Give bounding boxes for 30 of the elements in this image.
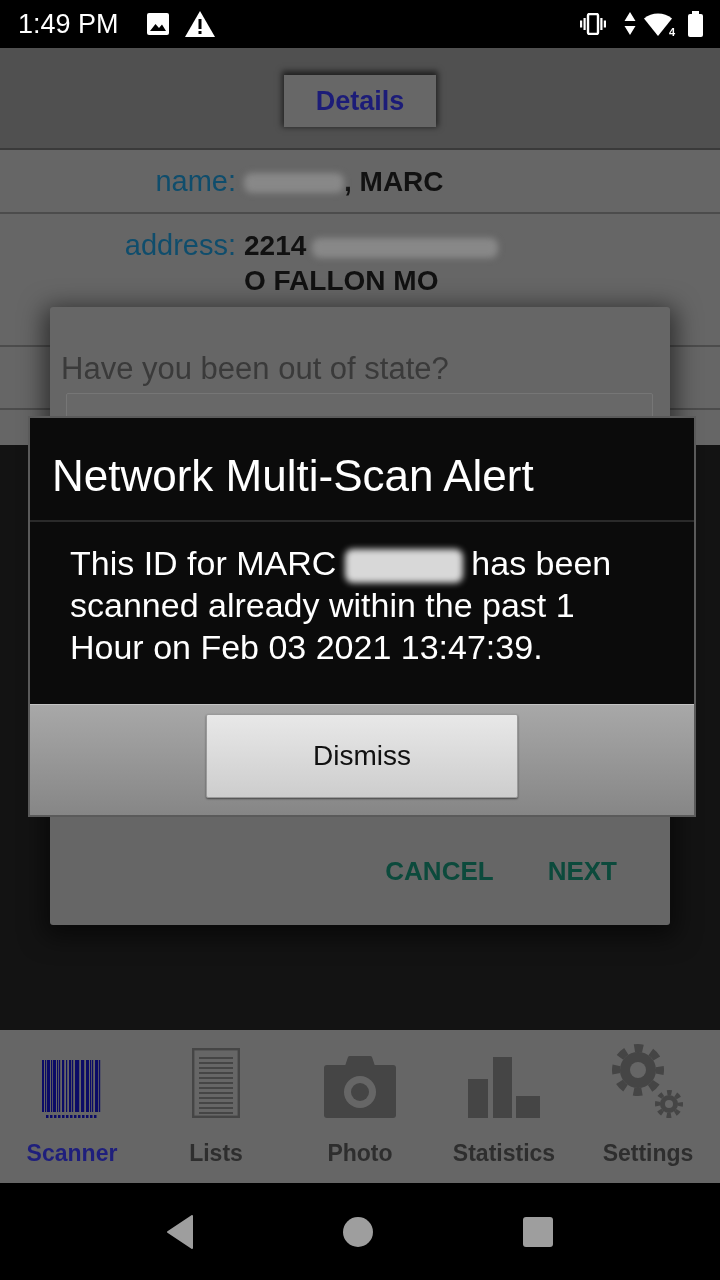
battery-icon — [688, 11, 703, 37]
back-icon[interactable] — [167, 1214, 193, 1249]
document-icon — [192, 1048, 240, 1118]
tab[interactable]: Details — [284, 75, 436, 127]
dialog-action-button[interactable]: CANCEL — [381, 850, 498, 894]
dismiss-button[interactable]: Dismiss — [206, 714, 518, 798]
recents-icon[interactable] — [523, 1216, 553, 1247]
alert-message: This ID for MARC has been scanned already within the past 1 Hour on Feb 03 2021 13:47:39. — [69, 543, 613, 668]
barcode-icon — [42, 1060, 102, 1118]
vibrate-icon — [580, 13, 606, 35]
field-value: , MARC — [244, 163, 444, 199]
home-icon[interactable] — [343, 1216, 373, 1247]
field-value: 2214 O FALLON MO — [244, 228, 504, 298]
network-type-label: 4 — [668, 27, 675, 38]
nav-tab[interactable]: Statistics — [432, 1030, 576, 1183]
settings-icon — [612, 1042, 684, 1118]
field-label: name: — [154, 163, 236, 199]
nav-tab[interactable]: Photo — [288, 1030, 432, 1183]
warning-icon — [184, 11, 215, 37]
nav-tab[interactable]: Settings — [576, 1030, 720, 1183]
nav-tab[interactable]: Lists — [144, 1030, 288, 1183]
bar-chart-icon — [468, 1057, 540, 1118]
field-label: address: — [123, 228, 236, 263]
image-icon — [146, 13, 169, 35]
data-arrows-icon — [624, 11, 636, 37]
camera-icon — [324, 1056, 396, 1118]
clock-time: 1:49 PM — [18, 10, 119, 38]
dialog-action-button[interactable]: NEXT — [543, 850, 621, 894]
nav-tab[interactable]: Scanner — [0, 1030, 144, 1183]
alert-title: Network Multi-Scan Alert — [30, 418, 694, 522]
